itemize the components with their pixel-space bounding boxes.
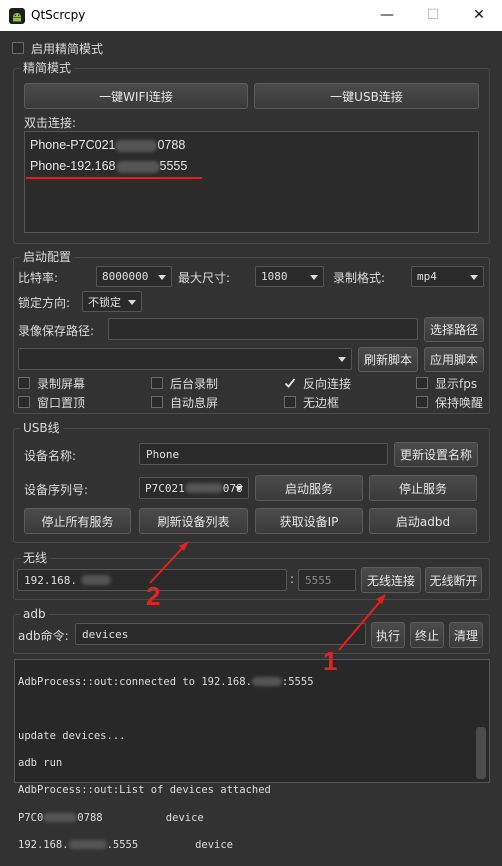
annotation-number-two: 2 <box>146 581 161 611</box>
log-line: P7C0 0788 device <box>18 811 204 824</box>
annotation-number-one: 1 <box>323 646 338 676</box>
log-line: 192.168. .5555 device <box>18 838 234 851</box>
annotation-arrows <box>149 541 386 651</box>
